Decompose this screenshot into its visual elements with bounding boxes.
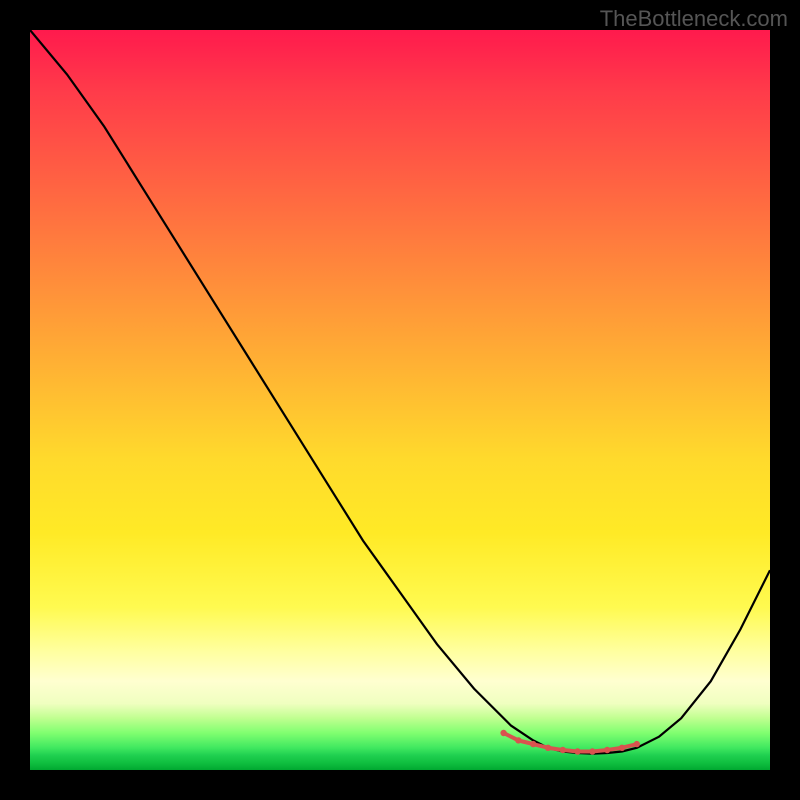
chart-plot-area: [30, 30, 770, 770]
chart-svg: [30, 30, 770, 770]
watermark-text: TheBottleneck.com: [600, 6, 788, 32]
main-curve-line: [30, 30, 770, 754]
